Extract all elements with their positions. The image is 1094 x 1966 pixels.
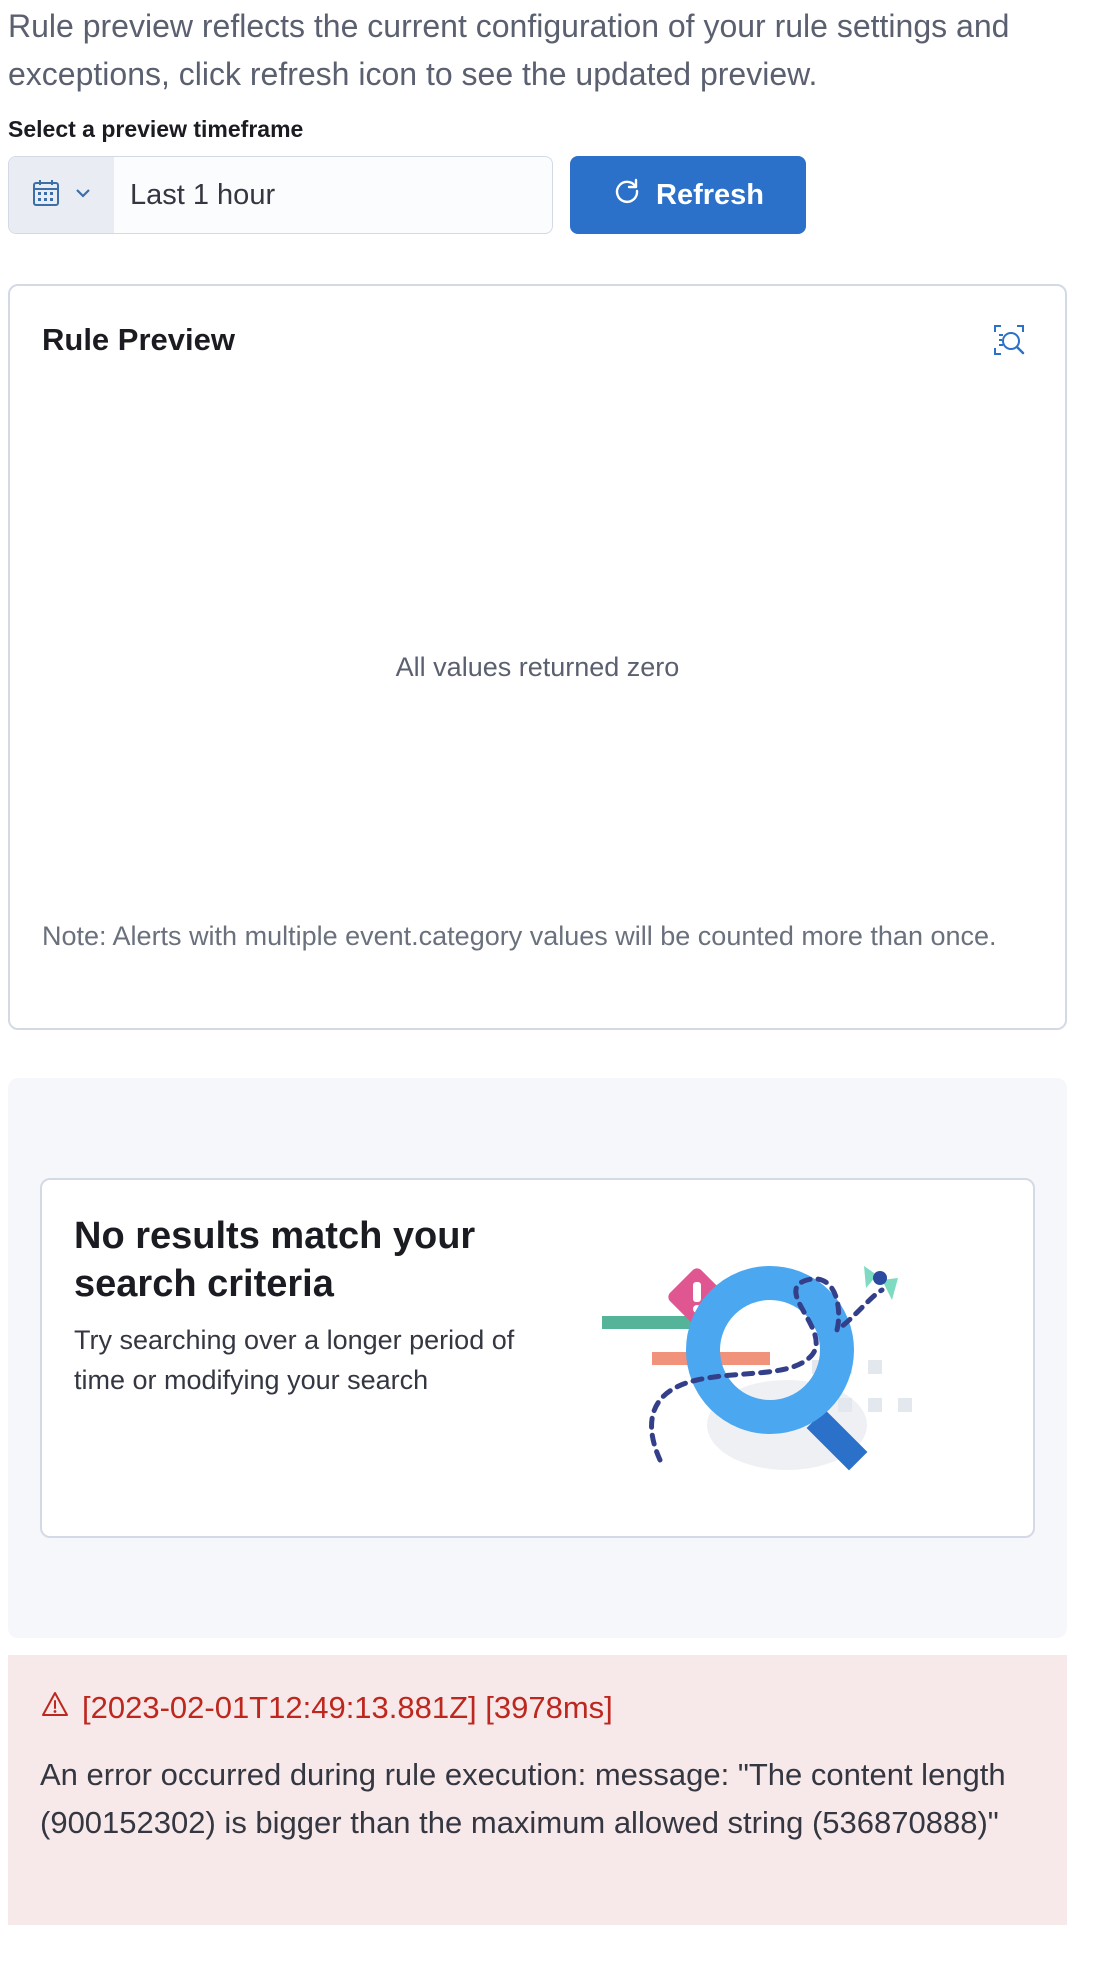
calendar-icon	[31, 178, 61, 213]
preview-description: Rule preview reflects the current config…	[8, 8, 1010, 92]
quick-select-button[interactable]	[9, 157, 114, 233]
error-title-row: [2023-02-01T12:49:13.881Z] [3978ms]	[40, 1689, 613, 1727]
results-area: No results match your search criteria Tr…	[8, 1078, 1067, 1638]
timeframe-value[interactable]: Last 1 hour	[114, 157, 552, 233]
no-results-title: No results match your search criteria	[74, 1215, 476, 1305]
inspect-icon	[991, 322, 1027, 363]
rule-preview-panel: Rule Preview All values returned zero No…	[8, 284, 1067, 1030]
error-callout: [2023-02-01T12:49:13.881Z] [3978ms] An e…	[8, 1655, 1067, 1925]
no-results-body: Try searching over a longer period of ti…	[74, 1325, 515, 1395]
inspect-button[interactable]	[989, 322, 1029, 362]
magnifying-glass-illustration	[602, 1220, 1002, 1500]
refresh-button[interactable]: Refresh	[570, 156, 806, 234]
timeframe-label: Select a preview timeframe	[8, 116, 304, 142]
rule-preview-title: Rule Preview	[42, 322, 235, 357]
chevron-down-icon	[73, 183, 93, 208]
timeframe-picker: Last 1 hour	[8, 156, 553, 234]
empty-chart-message: All values returned zero	[395, 652, 680, 682]
error-title: [2023-02-01T12:49:13.881Z] [3978ms]	[82, 1690, 613, 1725]
warning-icon	[40, 1689, 70, 1727]
no-results-card: No results match your search criteria Tr…	[40, 1178, 1035, 1538]
refresh-icon	[612, 176, 642, 214]
chart-note: Note: Alerts with multiple event.categor…	[42, 921, 997, 951]
refresh-button-label: Refresh	[656, 178, 764, 211]
error-message: An error occurred during rule execution:…	[40, 1757, 1006, 1840]
